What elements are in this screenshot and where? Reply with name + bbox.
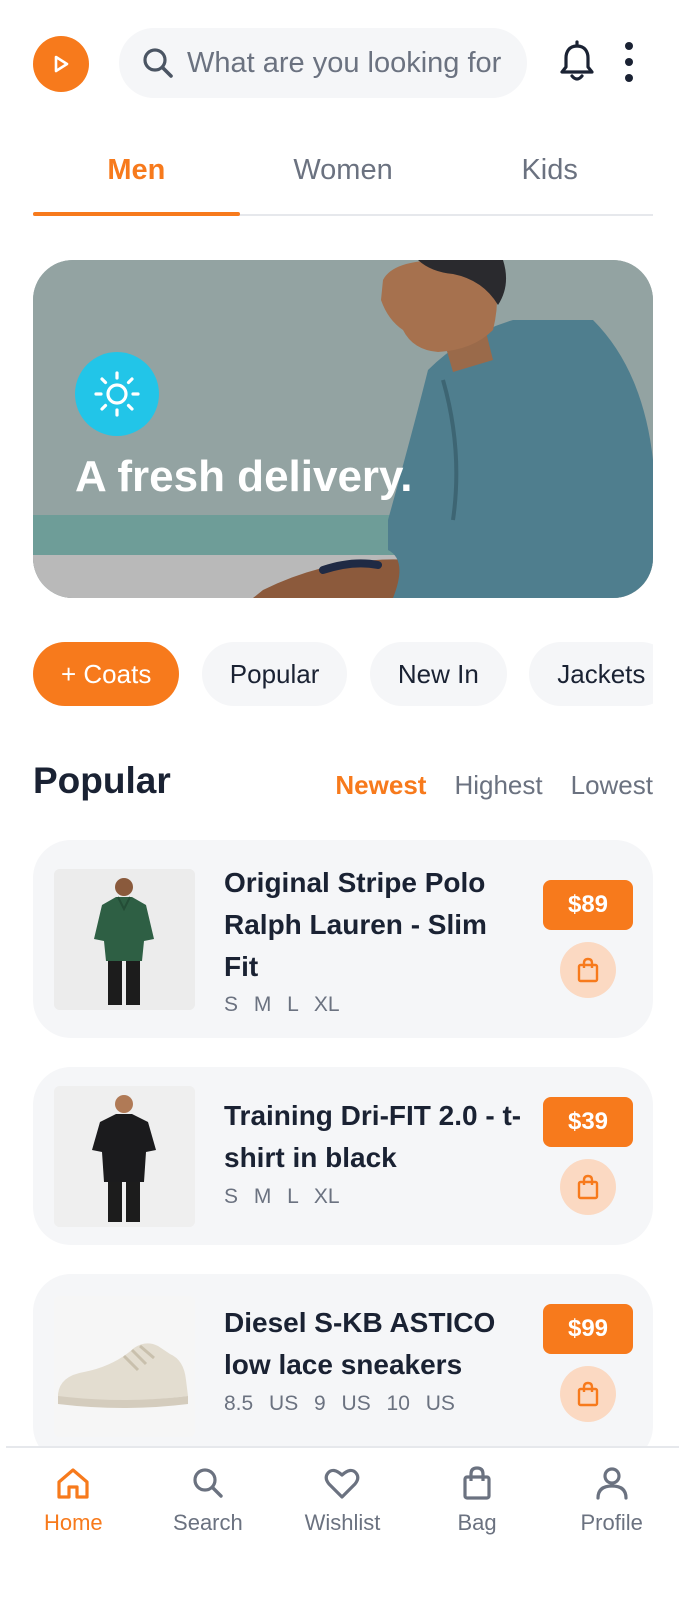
nav-profile-label: Profile <box>580 1510 643 1535</box>
bag-icon <box>577 1174 599 1200</box>
promo-banner[interactable]: A fresh delivery. <box>33 260 653 598</box>
search-icon <box>143 48 173 78</box>
product-sizes: 8.5 US 9 US 10 US <box>224 1392 455 1415</box>
add-to-bag-button[interactable] <box>560 1159 616 1215</box>
sort-options: Newest Highest Lowest <box>335 770 653 801</box>
banner-title: A fresh delivery. <box>75 452 413 501</box>
product-price: $99 <box>543 1304 633 1354</box>
tab-kids[interactable]: Kids <box>446 140 653 214</box>
product-sizes: S M L XL <box>224 1185 340 1208</box>
bottom-navigation: Home Search Wishlist Bag Profile <box>6 1446 679 1566</box>
product-image-polo <box>54 869 195 1010</box>
nav-wishlist-label: Wishlist <box>304 1510 381 1535</box>
more-options-button[interactable] <box>619 42 639 82</box>
logo-button[interactable] <box>33 36 89 92</box>
chip-new-in[interactable]: New In <box>369 642 507 706</box>
product-list: Original Stripe Polo Ralph Lauren - Slim… <box>33 840 653 1448</box>
search-icon <box>193 1468 223 1498</box>
add-to-bag-button[interactable] <box>560 1366 616 1422</box>
nav-bag-label: Bag <box>457 1510 497 1535</box>
tab-men[interactable]: Men <box>33 140 240 216</box>
kebab-dot <box>625 42 633 50</box>
add-to-bag-button[interactable] <box>560 942 616 998</box>
product-image-tshirt <box>54 1086 195 1227</box>
sun-icon <box>94 371 140 417</box>
bag-icon <box>577 1381 599 1407</box>
user-icon <box>596 1467 628 1500</box>
search-input[interactable] <box>187 46 507 80</box>
product-name: Original Stripe Polo Ralph Lauren - Slim… <box>224 867 487 982</box>
product-card[interactable]: Original Stripe Polo Ralph Lauren - Slim… <box>33 840 653 1038</box>
nav-search-label: Search <box>173 1510 243 1535</box>
kebab-dot <box>625 58 633 66</box>
filter-chips: + Coats Popular New In Jackets <box>33 642 653 708</box>
sun-badge <box>75 352 159 436</box>
nav-bag[interactable]: Bag <box>410 1448 545 1566</box>
polo-shirt-image <box>54 869 195 1010</box>
sneaker-image <box>54 1296 195 1437</box>
product-name: Training Dri-FIT 2.0 - t-shirt in black <box>224 1100 522 1173</box>
bag-icon <box>577 957 599 983</box>
nav-search[interactable]: Search <box>141 1448 276 1566</box>
sort-lowest[interactable]: Lowest <box>571 770 653 801</box>
product-price: $39 <box>543 1097 633 1147</box>
heart-icon <box>325 1468 360 1499</box>
section-title: Popular <box>33 760 171 801</box>
product-sizes: S M L XL <box>224 993 340 1016</box>
product-name: Diesel S-KB ASTICO low lace sneakers <box>224 1307 496 1380</box>
top-bar <box>33 28 653 100</box>
nav-home-label: Home <box>43 1510 103 1535</box>
product-card[interactable]: Diesel S-KB ASTICO low lace sneakers 8.5… <box>33 1274 653 1448</box>
kebab-dot <box>625 74 633 82</box>
sort-newest[interactable]: Newest <box>335 770 426 801</box>
nav-home[interactable]: Home <box>6 1448 141 1566</box>
play-icon <box>54 55 69 73</box>
chip-coats[interactable]: + Coats <box>33 642 180 706</box>
category-tabs: Men Women Kids <box>33 140 653 216</box>
nav-profile[interactable]: Profile <box>544 1448 679 1566</box>
nav-wishlist[interactable]: Wishlist <box>275 1448 410 1566</box>
sort-highest[interactable]: Highest <box>454 770 542 801</box>
search-bar[interactable] <box>119 28 527 98</box>
bag-icon <box>463 1466 491 1500</box>
product-price: $89 <box>543 880 633 930</box>
home-icon <box>57 1468 89 1499</box>
bell-icon[interactable] <box>557 40 597 84</box>
chip-jackets[interactable]: Jackets <box>529 642 653 706</box>
chip-popular[interactable]: Popular <box>201 642 348 706</box>
popular-section-header: Popular Newest Highest Lowest <box>33 760 653 810</box>
product-image-sneaker <box>54 1296 195 1437</box>
t-shirt-image <box>54 1086 195 1227</box>
tab-women[interactable]: Women <box>240 140 447 214</box>
product-card[interactable]: Training Dri-FIT 2.0 - t-shirt in black … <box>33 1067 653 1245</box>
